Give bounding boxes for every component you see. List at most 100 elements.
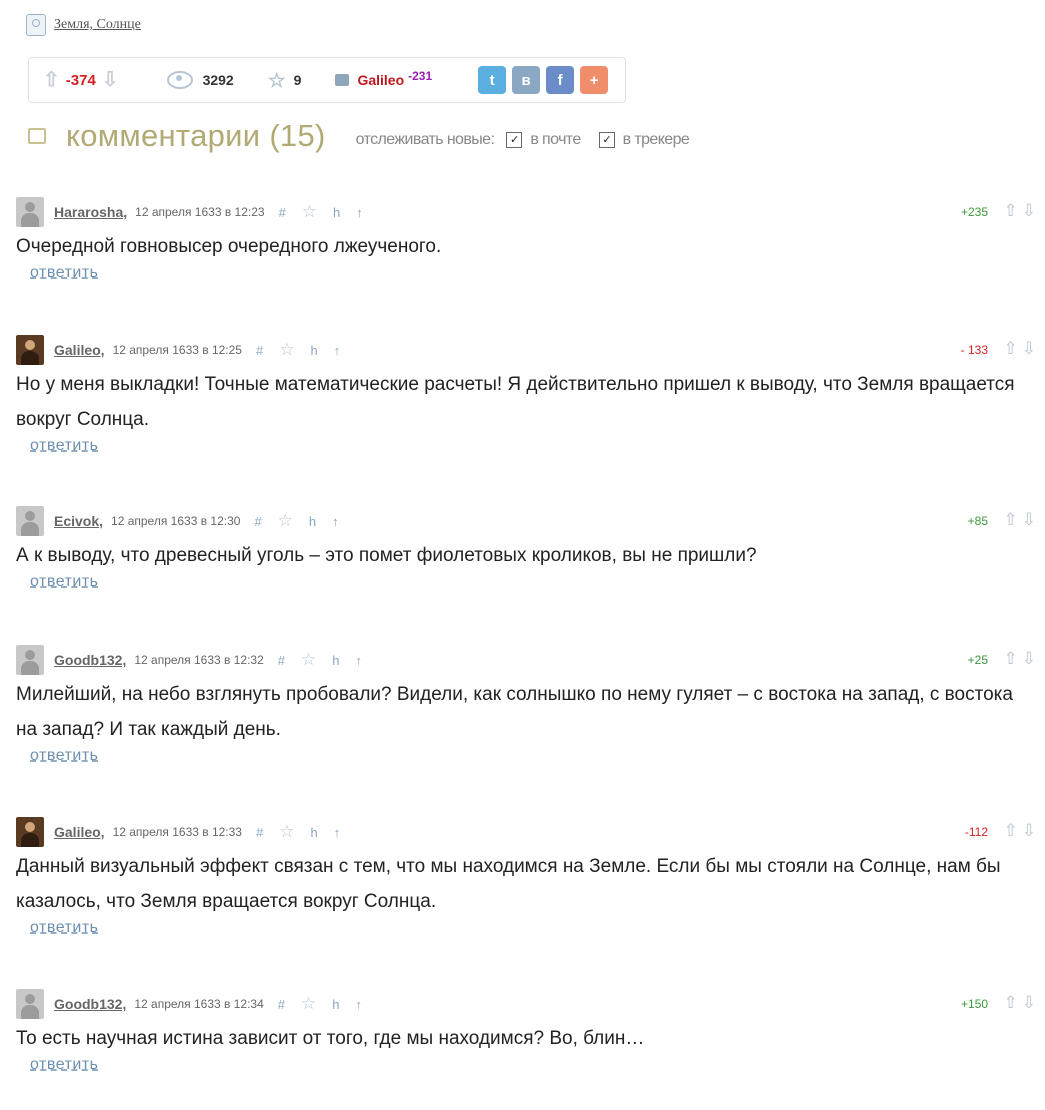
parent-arrow-icon[interactable]: ↑: [334, 825, 341, 840]
hash-icon[interactable]: #: [278, 653, 285, 668]
parent-arrow-icon[interactable]: ↑: [355, 997, 362, 1012]
avatar[interactable]: [16, 335, 44, 365]
comment-username[interactable]: Goodb132,: [54, 996, 126, 1012]
comment-username[interactable]: Galileo,: [54, 342, 105, 358]
h-icon[interactable]: h: [332, 653, 339, 668]
comment-vote: ⇧ ⇩: [1004, 993, 1037, 1013]
hash-icon[interactable]: #: [278, 997, 285, 1012]
h-icon[interactable]: h: [332, 997, 339, 1012]
comment-time: 12 апреля 1633 в 12:25: [112, 343, 242, 357]
comment-username[interactable]: Ecivok,: [54, 513, 103, 529]
hash-icon[interactable]: #: [256, 825, 263, 840]
facebook-icon[interactable]: f: [546, 66, 575, 94]
twitter-icon[interactable]: t: [478, 66, 507, 94]
comment-score: +85: [967, 514, 988, 528]
comment-username[interactable]: Hararosha,: [54, 204, 127, 220]
comments-header: комментарии (15) отслеживать новые: ✓ в …: [28, 118, 690, 154]
author-karma: -231: [408, 69, 433, 83]
comment-time: 12 апреля 1633 в 12:32: [134, 653, 264, 667]
star-icon[interactable]: ☆: [279, 340, 294, 360]
comment-score: +150: [960, 997, 988, 1011]
reply-link[interactable]: ответить: [30, 573, 99, 590]
more-share-icon[interactable]: +: [580, 66, 609, 94]
star-icon[interactable]: ☆: [279, 822, 294, 842]
post-author: Galileo -231: [335, 69, 433, 88]
avatar[interactable]: [16, 989, 44, 1019]
vote-up-icon[interactable]: ⇧: [1004, 649, 1018, 669]
parent-arrow-icon[interactable]: ↑: [334, 343, 341, 358]
vote-down-icon[interactable]: ⇩: [1022, 201, 1036, 221]
reply-link[interactable]: ответить: [30, 919, 99, 936]
parent-arrow-icon[interactable]: ↑: [355, 653, 362, 668]
comment: Galileo, 12 апреля 1633 в 12:33 # ☆ h ↑ …: [16, 817, 1036, 937]
vote-up-icon[interactable]: ⇧: [1004, 821, 1018, 841]
avatar[interactable]: [16, 506, 44, 536]
favorites-counter: ☆ 9: [268, 68, 302, 93]
comment-text: То есть научная истина зависит от того, …: [16, 1028, 645, 1049]
comment-time: 12 апреля 1633 в 12:30: [111, 514, 241, 528]
comment: Goodb132, 12 апреля 1633 в 12:34 # ☆ h ↑…: [16, 989, 1036, 1074]
comments-title: комментарии (15): [66, 118, 326, 153]
h-icon[interactable]: h: [310, 343, 317, 358]
comment-bubble-icon: [28, 128, 46, 144]
comment-score: - 133: [960, 343, 988, 357]
vote-up-icon[interactable]: ⇧: [1004, 339, 1018, 359]
vote-down-icon[interactable]: ⇩: [1022, 339, 1036, 359]
user-icon: [335, 74, 350, 86]
reply-link[interactable]: ответить: [30, 747, 99, 764]
post-info-bar: ⇧ -374 ⇩ 3292 ☆ 9 Galileo -231 t в f +: [28, 57, 626, 103]
hash-icon[interactable]: #: [256, 343, 263, 358]
comment-tools: # ☆ h ↑: [256, 822, 340, 842]
comment-username[interactable]: Galileo,: [54, 824, 105, 840]
avatar[interactable]: [16, 645, 44, 675]
comment-score: -112: [964, 825, 988, 839]
vote-up-icon[interactable]: ⇧: [1004, 993, 1018, 1013]
parent-arrow-icon[interactable]: ↑: [356, 205, 363, 220]
h-icon[interactable]: h: [310, 825, 317, 840]
mail-label: в почте: [530, 131, 581, 148]
h-icon[interactable]: h: [333, 205, 340, 220]
vote-down-icon[interactable]: ⇩: [1022, 821, 1036, 841]
star-icon[interactable]: ☆: [268, 68, 286, 93]
comment-username[interactable]: Goodb132,: [54, 652, 126, 668]
comment-tools: # ☆ h ↑: [256, 340, 340, 360]
comment: Ecivok, 12 апреля 1633 в 12:30 # ☆ h ↑ +…: [16, 506, 1036, 591]
hash-icon[interactable]: #: [279, 205, 286, 220]
reply-link[interactable]: ответить: [30, 264, 99, 281]
tag-link[interactable]: Земля, Солнце: [54, 17, 141, 33]
author-name[interactable]: Galileo: [357, 72, 404, 88]
h-icon[interactable]: h: [309, 514, 316, 529]
comment-time: 12 апреля 1633 в 12:34: [134, 997, 264, 1011]
vote-down-icon[interactable]: ⇩: [102, 70, 119, 90]
vote-up-icon[interactable]: ⇧: [43, 70, 60, 90]
star-icon[interactable]: ☆: [301, 650, 316, 670]
vote-down-icon[interactable]: ⇩: [1022, 993, 1036, 1013]
comment-score: +235: [960, 205, 988, 219]
star-icon[interactable]: ☆: [302, 202, 317, 222]
vote-up-icon[interactable]: ⇧: [1004, 201, 1018, 221]
vote-down-icon[interactable]: ⇩: [1022, 510, 1036, 530]
mail-checkbox[interactable]: ✓: [506, 132, 523, 148]
post-score: -374: [65, 71, 96, 89]
tracker-checkbox[interactable]: ✓: [598, 132, 615, 148]
comment-vote: ⇧ ⇩: [1004, 201, 1037, 221]
favorites-count: 9: [293, 72, 302, 88]
views-counter: 3292: [166, 71, 234, 89]
eye-icon: [166, 71, 193, 89]
comment-text: Очередной говновысер очередного лжеучено…: [16, 236, 442, 257]
avatar[interactable]: [16, 817, 44, 847]
reply-link[interactable]: ответить: [30, 437, 99, 454]
star-icon[interactable]: ☆: [278, 511, 293, 531]
comment-vote: ⇧ ⇩: [1004, 649, 1037, 669]
vote-down-icon[interactable]: ⇩: [1022, 649, 1036, 669]
vote-up-icon[interactable]: ⇧: [1004, 510, 1018, 530]
track-new: отслеживать новые: ✓ в почте ✓ в трекере: [356, 131, 690, 149]
reply-link[interactable]: ответить: [30, 1056, 99, 1073]
vk-icon[interactable]: в: [512, 66, 541, 94]
star-icon[interactable]: ☆: [301, 994, 316, 1014]
hash-icon[interactable]: #: [254, 514, 261, 529]
parent-arrow-icon[interactable]: ↑: [332, 514, 339, 529]
track-label: отслеживать новые:: [355, 131, 495, 148]
avatar[interactable]: [16, 197, 44, 227]
comment-tools: # ☆ h ↑: [254, 511, 338, 531]
